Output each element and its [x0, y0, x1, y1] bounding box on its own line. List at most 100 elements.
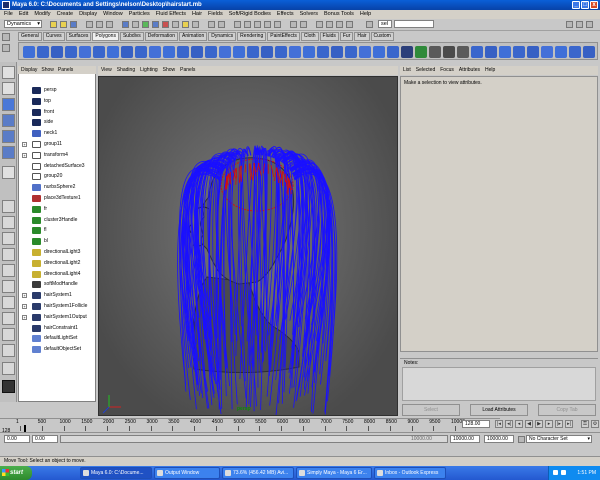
outliner-item-group11[interactable]: group11 — [32, 140, 96, 149]
selection-mode-dropdown[interactable]: sel — [378, 20, 392, 28]
end-time-field[interactable]: 10000.00 — [484, 435, 514, 443]
range-handle[interactable] — [61, 436, 447, 442]
shelf-tab-general[interactable]: General — [18, 32, 42, 41]
menu-effects[interactable]: Effects — [277, 10, 294, 19]
poly-merge-vertices-icon[interactable] — [373, 46, 385, 58]
viewport-menu-lighting[interactable]: Lighting — [140, 66, 158, 75]
attr-menu-attributes[interactable]: Attributes — [459, 66, 480, 75]
select-component-icon[interactable] — [106, 21, 113, 28]
select-button[interactable]: Select — [402, 404, 460, 416]
expand-icon[interactable]: + — [22, 304, 27, 309]
show-hide-channel-box-icon[interactable] — [566, 21, 573, 28]
outliner-item-hairConstraint1[interactable]: hairConstraint1 — [32, 324, 96, 333]
snap-grid-icon[interactable] — [234, 21, 241, 28]
menu-create[interactable]: Create — [57, 10, 74, 19]
volume-icon[interactable] — [561, 470, 566, 475]
character-set-icon[interactable] — [518, 436, 525, 443]
shelf-tab-custom[interactable]: Custom — [370, 32, 394, 41]
start-button[interactable]: start — [0, 466, 32, 480]
persp-trax-layout-icon[interactable] — [2, 280, 15, 293]
poly-extract-icon[interactable] — [219, 46, 231, 58]
outliner-item-side[interactable]: side — [32, 118, 96, 127]
poly-bevel-icon[interactable] — [331, 46, 343, 58]
outliner-item-defaultLightSet[interactable]: defaultLightSet — [32, 334, 96, 343]
poly-smooth-icon[interactable] — [247, 46, 259, 58]
animation-preferences-icon[interactable]: ⚙ — [591, 420, 599, 428]
poly-cleanup-icon[interactable] — [527, 46, 539, 58]
poly-sphere-icon[interactable] — [23, 46, 35, 58]
expand-icon[interactable]: + — [22, 152, 27, 158]
poly-triangulate-icon[interactable] — [485, 46, 497, 58]
poly-cut-faces-icon[interactable] — [359, 46, 371, 58]
shelf-tab-polygons[interactable]: Polygons — [92, 32, 119, 41]
poly-checker-3-icon[interactable] — [457, 46, 469, 58]
network-icon[interactable] — [553, 470, 558, 475]
poly-cylinder-icon[interactable] — [51, 46, 63, 58]
outliner-item-persp[interactable]: persp — [32, 86, 96, 95]
play-forward-icon[interactable]: ▶ — [535, 420, 543, 428]
new-scene-icon[interactable] — [50, 21, 57, 28]
step-forward-frame-icon[interactable]: ▸ — [545, 420, 553, 428]
quick-select-input[interactable] — [394, 20, 434, 28]
construction-history-icon[interactable] — [300, 21, 307, 28]
select-object-icon[interactable] — [96, 21, 103, 28]
start-time-field[interactable]: 0.00 — [4, 435, 30, 443]
shelf-tab-hair[interactable]: Hair — [354, 32, 370, 41]
shelf-menu-icon[interactable] — [2, 33, 10, 41]
outliner-item-fr[interactable]: fr — [32, 205, 96, 214]
lock-selection-icon[interactable] — [208, 21, 215, 28]
menu-set-dropdown[interactable]: Dynamics ▾ — [4, 20, 42, 28]
shelf-tab-curves[interactable]: Curves — [42, 32, 65, 41]
scale-tool-icon[interactable] — [2, 130, 15, 143]
render-current-frame-icon[interactable] — [326, 21, 333, 28]
outliner-item-top[interactable]: top — [32, 97, 96, 106]
mask-surfaces-icon[interactable] — [152, 21, 159, 28]
expand-icon[interactable]: + — [22, 142, 27, 147]
poly-average-vertices-icon[interactable] — [261, 46, 273, 58]
go-to-end-icon[interactable]: ▸| — [565, 420, 573, 428]
poly-helix-icon[interactable] — [149, 46, 161, 58]
mask-deformers-icon[interactable] — [162, 21, 169, 28]
poly-uv-icon[interactable] — [415, 46, 427, 58]
poly-extrude-edge-icon[interactable] — [303, 46, 315, 58]
attr-menu-help[interactable]: Help — [485, 66, 495, 75]
hypergraph-layout-icon[interactable] — [2, 312, 15, 325]
poly-sculpt-icon[interactable] — [555, 46, 567, 58]
play-backward-icon[interactable]: ◀ — [525, 420, 533, 428]
poly-subdivide-icon[interactable] — [541, 46, 553, 58]
poly-separate-icon[interactable] — [205, 46, 217, 58]
close-icon[interactable]: x — [590, 1, 598, 9]
panel-options-icon[interactable] — [2, 362, 15, 375]
go-to-start-icon[interactable]: |◂ — [495, 420, 503, 428]
poly-prism-icon[interactable] — [107, 46, 119, 58]
taskbar-item-output-window[interactable]: Output Window — [154, 467, 220, 479]
shelf-tab-dynamics[interactable]: Dynamics — [208, 32, 237, 41]
outliner-item-nurbsSphere2[interactable]: nurbsSphere2 — [32, 183, 96, 192]
shelf-tab-deformation[interactable]: Deformation — [144, 32, 178, 41]
shelf-tab-fur[interactable]: Fur — [339, 32, 354, 41]
snap-point-icon[interactable] — [254, 21, 261, 28]
ipr-render-icon[interactable] — [336, 21, 343, 28]
attr-menu-selected[interactable]: Selected — [416, 66, 435, 75]
show-hide-layer-editor-icon[interactable] — [576, 21, 583, 28]
poly-extrude-face-icon[interactable] — [289, 46, 301, 58]
menu-fields[interactable]: Fields — [208, 10, 223, 19]
outliner-item-group20[interactable]: group20 — [32, 172, 96, 181]
mask-handles-icon[interactable] — [122, 21, 129, 28]
minimize-icon[interactable]: _ — [572, 1, 580, 9]
poly-torus-icon[interactable] — [93, 46, 105, 58]
copy-tab-button[interactable]: Copy Tab — [538, 404, 596, 416]
poly-soccer-ball-icon[interactable] — [163, 46, 175, 58]
lasso-tool-icon[interactable] — [2, 82, 15, 95]
shelf-tab-surfaces[interactable]: Surfaces — [65, 32, 92, 41]
menu-bonus-tools[interactable]: Bonus Tools — [324, 10, 354, 19]
perspective-viewport[interactable]: persp — [98, 76, 398, 416]
move-tool-icon[interactable] — [2, 98, 15, 111]
taskbar-item-maya[interactable]: Maya 6.0: C:\Docume... — [80, 467, 152, 479]
step-back-frame-icon[interactable]: ◂ — [515, 420, 523, 428]
outliner-item-directionalLight4[interactable]: directionalLight4 — [32, 270, 96, 279]
render-view-icon[interactable] — [316, 21, 323, 28]
poly-pyramid-icon[interactable] — [121, 46, 133, 58]
poly-normals-icon[interactable] — [471, 46, 483, 58]
poly-append-icon[interactable] — [387, 46, 399, 58]
